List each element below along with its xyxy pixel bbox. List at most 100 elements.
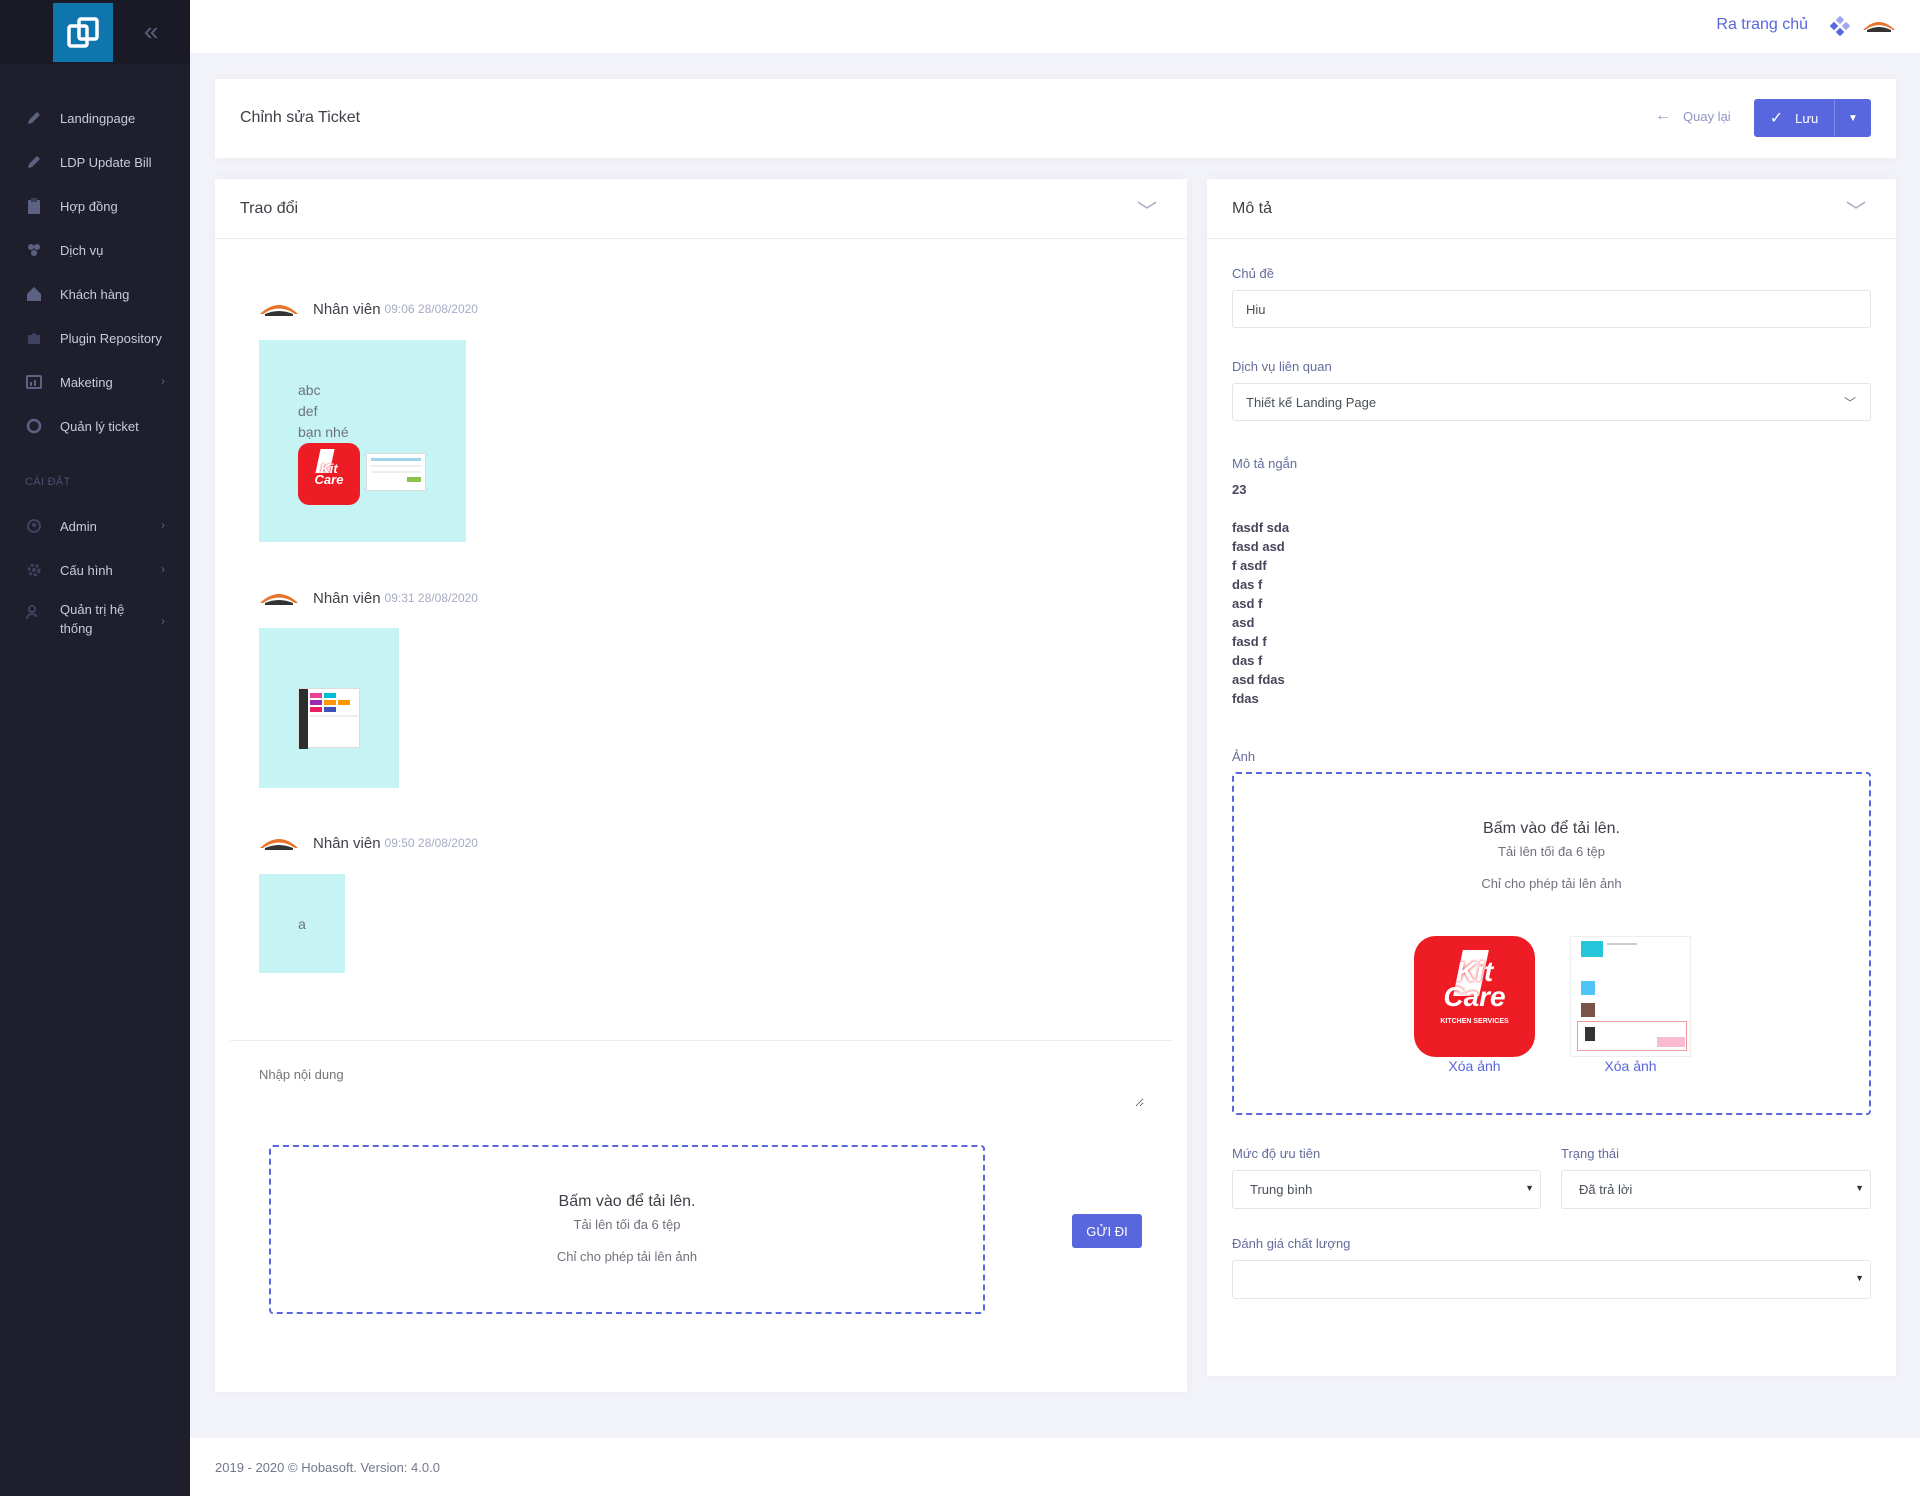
sidebar-item-label: Cấu hình: [60, 562, 113, 578]
sidebar-item-label: Khách hàng: [60, 286, 130, 302]
logo-text: KITCHEN SERVICES: [1440, 1018, 1509, 1025]
chat-card-header: Trao đổi ﹀: [215, 179, 1187, 239]
sidebar-menu: Landingpage LDP Update Bill Hợp đồng Dịc…: [0, 96, 190, 652]
image-upload-dropzone[interactable]: Bấm vào để tải lên. Tải lên tối đa 6 tệp…: [1232, 772, 1871, 1115]
sidebar-item-maketing[interactable]: Maketing ›: [0, 360, 190, 404]
dropzone-title: Bấm vào để tải lên.: [558, 1193, 696, 1210]
chevron-right-icon: ›: [161, 374, 165, 388]
sidebar-item-admin[interactable]: Admin ›: [0, 504, 190, 548]
sidebar-item-landingpage[interactable]: Landingpage: [0, 96, 190, 140]
app-logo[interactable]: [53, 3, 113, 62]
footer: 2019 - 2020 © Hobasoft. Version: 4.0.0: [190, 1438, 1920, 1496]
service-label: Dịch vụ liên quan: [1232, 359, 1332, 374]
description-line: fasd f: [1232, 634, 1267, 649]
topbar: Ra trang chủ: [190, 0, 1920, 53]
sidebar-item-khach-hang[interactable]: Khách hàng: [0, 272, 190, 316]
subject-input[interactable]: Hiu: [1232, 290, 1871, 328]
brand-bar: «: [0, 0, 190, 64]
attachment-thumbnail[interactable]: Kit Care: [298, 443, 360, 505]
message-bubble: a: [259, 874, 345, 973]
sidebar-item-label: Quản trị hệ thống: [60, 602, 125, 636]
message-bubble: abc def bạn nhé Kit Care: [259, 340, 466, 542]
remove-image-link[interactable]: Xóa ảnh: [1414, 1058, 1535, 1074]
save-options-dropdown-icon[interactable]: ▼: [1835, 113, 1871, 124]
attachment-thumbnail[interactable]: [298, 688, 360, 749]
collapse-sidebar-icon[interactable]: «: [144, 18, 158, 44]
quality-label: Đánh giá chất lượng: [1232, 1236, 1351, 1251]
message-line: def: [298, 403, 318, 419]
sidebar-item-cau-hinh[interactable]: Cấu hình ›: [0, 548, 190, 592]
quality-select[interactable]: ▼: [1232, 1260, 1871, 1299]
services-icon: [25, 241, 43, 259]
service-select[interactable]: Thiết kế Landing Page ﹀: [1232, 383, 1871, 421]
sidebar-item-dich-vu[interactable]: Dịch vụ: [0, 228, 190, 272]
logo-text: Care: [314, 471, 344, 487]
sidebar-item-label: Admin: [60, 518, 97, 534]
remove-image-link[interactable]: Xóa ảnh: [1570, 1058, 1691, 1074]
chevron-down-icon[interactable]: ﹀: [1137, 195, 1157, 224]
user-settings-icon: [25, 603, 43, 621]
shield-icon: [25, 517, 43, 535]
chevron-down-icon[interactable]: ﹀: [1846, 195, 1866, 224]
sidebar-item-plugin-repository[interactable]: Plugin Repository: [0, 316, 190, 360]
status-select[interactable]: Đã trả lời ▼: [1561, 1170, 1871, 1209]
sidebar-item-quan-ly-ticket[interactable]: Quản lý ticket: [0, 404, 190, 448]
dropzone-title: Bấm vào để tải lên.: [1483, 820, 1620, 837]
uploaded-image-preview: Kit Care KITCHEN SERVICES: [1414, 936, 1535, 1057]
home-link[interactable]: Ra trang chủ: [1716, 16, 1808, 34]
priority-value: Trung bình: [1250, 1182, 1313, 1197]
support-icon: [25, 417, 43, 435]
edit-icon: [25, 153, 43, 171]
chat-upload-dropzone[interactable]: Bấm vào để tải lên. Tải lên tối đa 6 tệp…: [269, 1145, 985, 1314]
status-value: Đã trả lời: [1579, 1182, 1633, 1197]
sidebar: « Landingpage LDP Update Bill Hợp đồng D…: [0, 0, 190, 1496]
description-line: asd fdas: [1232, 672, 1285, 687]
clipboard-icon: [25, 197, 43, 215]
dropzone-limit: Tải lên tối đa 6 tệp: [1498, 844, 1605, 859]
short-description-content: 23 fasdf sda fasd asd f asdf das f asd f…: [1232, 480, 1289, 708]
save-button[interactable]: ✓ Lưu ▼: [1754, 99, 1871, 137]
user-avatar-icon: [260, 305, 298, 316]
message-header: Nhân viên 09:06 28/08/2020: [259, 300, 478, 318]
message-author: Nhân viên: [313, 834, 381, 852]
user-avatar-icon: [260, 839, 298, 850]
sidebar-item-label: Dịch vụ: [60, 242, 104, 258]
home-icon: [25, 285, 43, 303]
sidebar-item-label: Landingpage: [60, 110, 136, 126]
sidebar-item-label: Maketing: [60, 374, 113, 390]
save-label: Lưu: [1795, 110, 1819, 126]
priority-label: Mức độ ưu tiên: [1232, 1146, 1321, 1161]
logo-icon: [67, 16, 99, 48]
service-value: Thiết kế Landing Page: [1246, 394, 1377, 410]
description-line: asd f: [1232, 596, 1263, 611]
user-avatar-icon[interactable]: [1862, 18, 1896, 39]
image-label: Ảnh: [1232, 749, 1256, 764]
back-button[interactable]: ← Quay lại: [1655, 107, 1731, 125]
description-line: fasdf sda: [1232, 520, 1290, 535]
message-input[interactable]: [259, 1067, 1144, 1107]
edit-icon: [25, 109, 43, 127]
priority-select[interactable]: Trung bình ▼: [1232, 1170, 1541, 1209]
chat-title: Trao đổi: [240, 200, 299, 217]
attachment-thumbnail[interactable]: [366, 453, 426, 491]
chevron-right-icon: ›: [161, 614, 165, 628]
message-header: Nhân viên 09:31 28/08/2020: [259, 589, 478, 607]
back-label: Quay lại: [1683, 108, 1731, 124]
sidebar-item-quan-tri-he-thong[interactable]: Quản trị hệ thống ›: [0, 592, 190, 652]
dropzone-limit: Tải lên tối đa 6 tệp: [573, 1217, 681, 1232]
sidebar-item-hop-dong[interactable]: Hợp đồng: [0, 184, 190, 228]
check-icon: ✓: [1769, 110, 1784, 127]
send-button[interactable]: GỬI ĐI: [1072, 1214, 1142, 1248]
chart-icon: [25, 373, 43, 391]
chat-card: Trao đổi ﹀ Nhân viên 09:06 28/08/2020 ab…: [215, 179, 1187, 1392]
arrow-left-icon: ←: [1655, 107, 1671, 124]
status-label: Trạng thái: [1561, 1146, 1620, 1161]
message-line: abc: [298, 382, 321, 398]
user-avatar-icon: [260, 594, 298, 605]
message-time: 09:50 28/08/2020: [384, 836, 478, 850]
footer-text: 2019 - 2020 © Hobasoft. Version: 4.0.0: [215, 1460, 440, 1475]
puzzle-icon: [25, 329, 43, 347]
sidebar-item-ldp-update-bill[interactable]: LDP Update Bill: [0, 140, 190, 184]
logo-text: Care: [1443, 981, 1506, 1012]
apps-icon[interactable]: [1829, 15, 1851, 41]
